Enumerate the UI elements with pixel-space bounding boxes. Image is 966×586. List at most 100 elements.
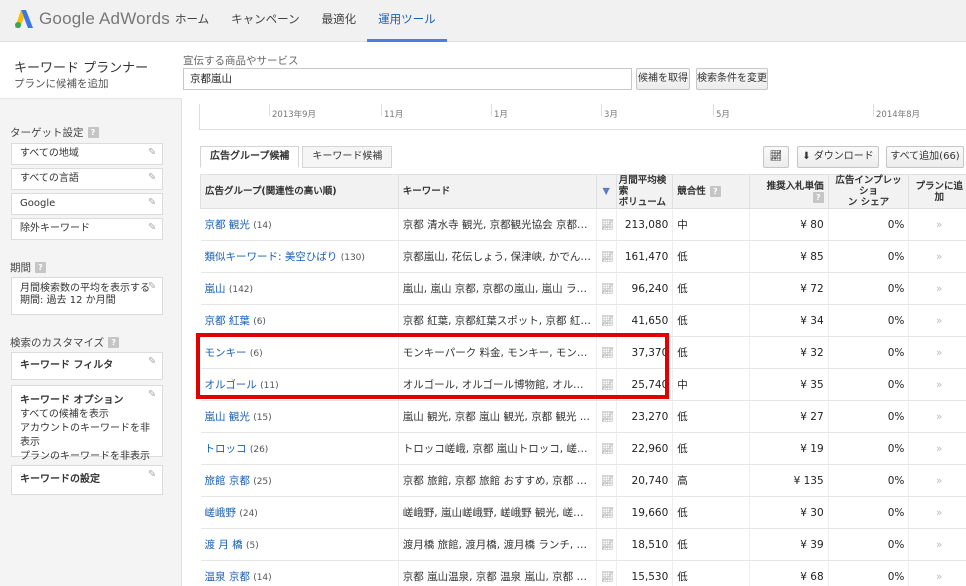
ad-group-cell[interactable]: 温泉 京都 (14) [200,560,399,586]
chevron-right-icon[interactable]: » [908,560,966,586]
chevron-right-icon[interactable]: » [908,272,966,305]
get-ideas-button[interactable]: 候補を取得 [636,68,690,90]
help-icon[interactable]: ? [87,127,99,138]
ad-group-link[interactable]: 旅館 京都 [205,475,250,487]
keywords-cell: トロッコ嵯峨, 京都 嵐山トロッコ, 嵯峨ト... [398,432,597,465]
ad-group-link[interactable]: モンキー [205,347,247,359]
monthly-volume-cell: 213,080 [616,208,674,241]
download-button[interactable]: ⬇ ダウンロード [797,146,879,168]
chevron-right-icon[interactable]: » [908,304,966,337]
target-network[interactable]: Google ✎ [11,193,163,215]
nav-tools[interactable]: 運用ツール [367,0,447,42]
col-impression-share[interactable]: 広告インプレッショ ン シェア [827,174,910,209]
chevron-right-icon[interactable]: » [908,528,966,561]
ad-group-cell[interactable]: 嵯峨野 (24) [200,496,399,529]
adwords-logo[interactable]: Google AdWords [14,9,170,29]
col-keywords[interactable]: キーワード [397,174,597,209]
trend-chart-icon[interactable]: 📈︎ [596,240,617,273]
chevron-right-icon[interactable]: » [908,432,966,465]
col-bid-label: 推奨入札単価 [766,180,824,192]
keyword-settings-label: キーワードの設定 [20,474,100,485]
add-all-button[interactable]: すべて追加(66) [886,146,964,168]
trend-chart-icon[interactable]: 📈︎ [596,208,617,241]
trend-chart-icon[interactable]: 📈︎ [596,560,617,586]
ad-group-cell[interactable]: 嵐山 観光 (15) [200,400,399,433]
col-suggested-bid[interactable]: 推奨入札単価? [748,174,829,209]
ad-group-cell[interactable]: 類似キーワード: 美空ひばり (130) [200,240,399,273]
ad-group-link[interactable]: トロッコ [205,443,247,455]
table-row: 嵐山 観光 (15) 嵐山 観光, 京都 嵐山 観光, 京都 観光 ... 📈︎ 23… [200,400,966,433]
trend-chart-icon[interactable]: 📈︎ [596,496,617,529]
nav-campaigns[interactable]: キャンペーン [220,0,310,42]
ad-group-link[interactable]: 嵐山 [205,283,226,295]
pencil-icon: ✎ [148,222,157,233]
page-title: キーワード プランナー [14,61,149,76]
keyword-options-title: キーワード オプション [20,395,124,406]
trend-chart-icon[interactable]: 📈︎ [596,464,617,497]
nav-home[interactable]: ホーム [164,0,220,42]
date-range[interactable]: 月間検索数の平均を表示する 期間: 過去 12 か月間 ✎ [11,277,163,315]
col-monthly-volume[interactable]: 月間平均検索 ボリューム [615,174,674,209]
ad-group-cell[interactable]: トロッコ (26) [200,432,399,465]
col-volume-line1: 月間平均検索 [618,175,667,197]
trend-chart-icon[interactable]: 📈︎ [596,400,617,433]
competition-cell: 中 [672,208,750,241]
ad-group-link[interactable]: 嵐山 観光 [205,411,250,423]
ad-group-cell[interactable]: 渡 月 橋 (5) [200,528,399,561]
help-icon[interactable]: ? [35,262,46,273]
ad-group-cell[interactable]: 京都 紅葉 (6) [200,304,399,337]
ad-group-link[interactable]: 嵯峨野 [205,507,237,519]
ad-group-link[interactable]: オルゴール [205,379,257,391]
trend-chart-icon[interactable]: 📈︎ [596,272,617,305]
chevron-right-icon[interactable]: » [908,464,966,497]
targeting-label: ターゲット設定? [10,125,99,140]
impression-share-cell: 0% [828,400,910,433]
ad-group-link[interactable]: 京都 観光 [205,219,250,231]
ad-group-link[interactable]: 類似キーワード: 美空ひばり [205,251,338,263]
monthly-volume-cell: 20,740 [616,464,674,497]
keyword-count: (14) [253,221,272,231]
tab-ad-group-ideas[interactable]: 広告グループ候補 [200,146,300,168]
keywords-cell: オルゴール, オルゴール博物館, オルゴ... [398,368,597,401]
chevron-right-icon[interactable]: » [908,240,966,273]
suggested-bid-cell: ¥ 80 [749,208,829,241]
col-competition[interactable]: 競合性? [672,174,750,209]
modify-search-button[interactable]: 検索条件を変更 [696,68,768,90]
chevron-right-icon[interactable]: » [908,496,966,529]
keyword-settings[interactable]: キーワードの設定 ✎ [11,465,163,495]
trend-chart-icon[interactable]: 📈︎ [596,432,617,465]
ad-group-link[interactable]: 渡 月 橋 [205,539,243,551]
impression-share-cell: 0% [828,368,910,401]
ad-group-cell[interactable]: モンキー (6) [200,336,399,369]
product-search-input[interactable]: 京都嵐山 [183,68,632,90]
competition-cell: 低 [672,560,750,586]
trend-chart-icon[interactable]: 📈︎ [596,336,617,369]
ad-group-cell[interactable]: 京都 観光 (14) [200,208,399,241]
help-icon[interactable]: ? [108,337,120,348]
sort-desc-icon[interactable]: ▼ [595,174,617,209]
table-row: オルゴール (11) オルゴール, オルゴール博物館, オルゴ... 📈︎ 25,74… [200,368,966,401]
help-icon[interactable]: ? [812,191,824,203]
chart-toggle-button[interactable]: 📈︎ [763,146,789,168]
help-icon[interactable]: ? [709,186,721,197]
ad-group-link[interactable]: 温泉 京都 [205,571,250,583]
col-ad-group[interactable]: 広告グループ(関連性の高い順) [200,174,399,209]
keyword-options[interactable]: キーワード オプション すべての候補を表示 アカウントのキーワードを非表示 プラ… [11,385,163,462]
ad-group-cell[interactable]: 嵐山 (142) [200,272,399,305]
trend-chart-icon[interactable]: 📈︎ [596,368,617,401]
ad-group-link[interactable]: 京都 紅葉 [205,315,250,327]
chevron-right-icon[interactable]: » [908,400,966,433]
ad-group-cell[interactable]: 旅館 京都 (25) [200,464,399,497]
ad-group-cell[interactable]: オルゴール (11) [200,368,399,401]
nav-optimize[interactable]: 最適化 [311,0,368,42]
target-languages[interactable]: すべての言語 ✎ [11,168,163,190]
trend-chart-icon[interactable]: 📈︎ [596,304,617,337]
trend-chart-icon[interactable]: 📈︎ [596,528,617,561]
chevron-right-icon[interactable]: » [908,336,966,369]
chevron-right-icon[interactable]: » [908,208,966,241]
target-locations[interactable]: すべての地域 ✎ [11,143,163,165]
keyword-filter[interactable]: キーワード フィルタ ✎ [11,352,163,380]
negative-keywords[interactable]: 除外キーワード ✎ [11,218,163,240]
tab-keyword-ideas[interactable]: キーワード候補 [302,146,393,168]
chevron-right-icon[interactable]: » [908,368,966,401]
